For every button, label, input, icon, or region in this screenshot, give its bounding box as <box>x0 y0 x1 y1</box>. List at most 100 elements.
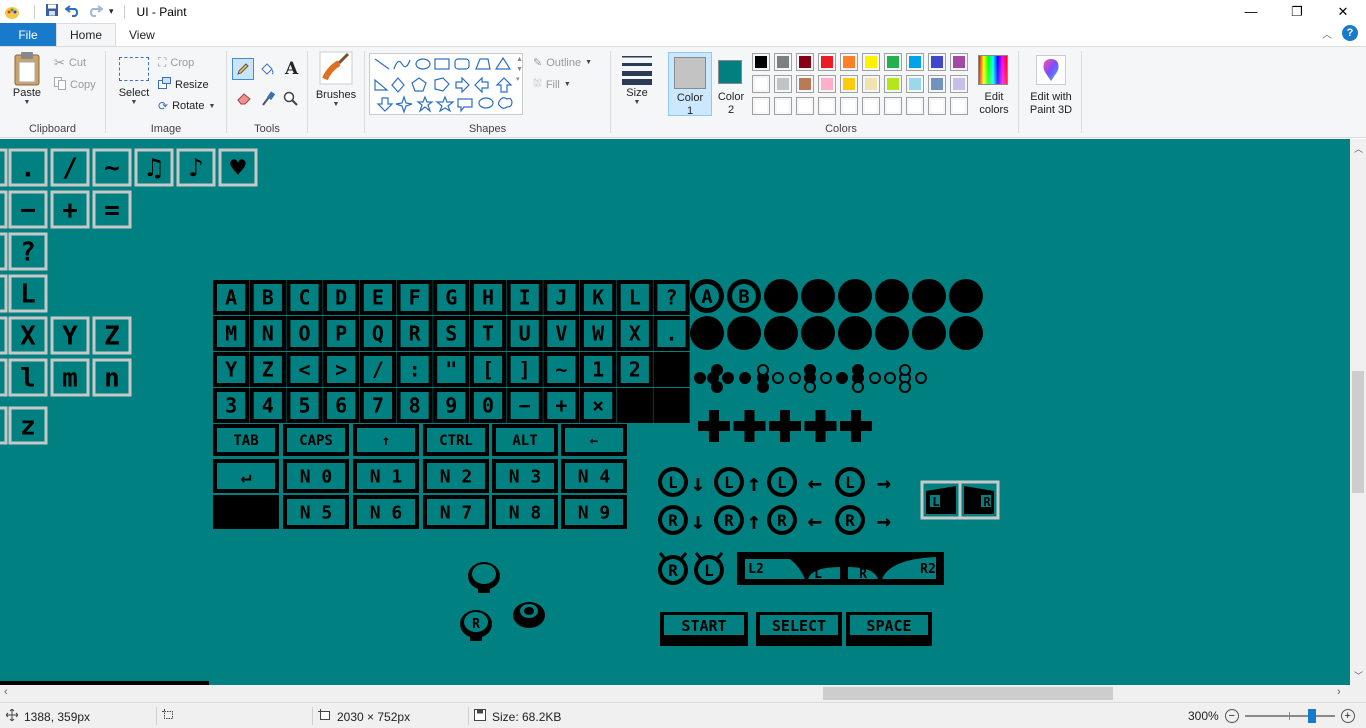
palette-swatch[interactable] <box>796 97 814 115</box>
save-icon[interactable] <box>45 3 59 20</box>
zoom-slider-thumb[interactable] <box>1307 709 1316 723</box>
customize-quick-access-icon[interactable]: ▾ <box>109 6 114 17</box>
text-tool[interactable]: A <box>285 59 298 79</box>
key-label: > <box>335 358 347 382</box>
eraser-tool[interactable] <box>236 91 252 108</box>
palette-swatch[interactable] <box>752 75 770 93</box>
palette-swatch[interactable] <box>796 75 814 93</box>
stick-label: L <box>704 561 714 580</box>
palette-swatch[interactable] <box>928 75 946 93</box>
tab-view[interactable]: View <box>116 23 168 46</box>
tab-home[interactable]: Home <box>56 23 117 46</box>
paste-dropdown-icon[interactable]: ▼ <box>24 99 31 106</box>
palette-swatch[interactable] <box>818 75 836 93</box>
crop-button[interactable]: ⛶ Crop <box>158 55 194 70</box>
key-label: . <box>665 322 677 346</box>
tab-file[interactable]: File <box>0 23 56 46</box>
drawing-canvas[interactable]: . / ~ ♫ ♪ ♥ − + =? L X Y Zl m n z A B C D E F G H I J K L? M N O P Q R S T U… <box>0 139 1350 685</box>
color-picker-tool[interactable] <box>261 91 276 110</box>
scroll-up-icon[interactable]: ︿ <box>1354 142 1363 155</box>
palette-swatch[interactable] <box>950 75 968 93</box>
palette-swatch[interactable] <box>752 53 770 71</box>
edit-colors-button[interactable]: Edit colors <box>974 53 1014 119</box>
palette-swatch[interactable] <box>796 53 814 71</box>
dpad-dot <box>694 372 706 384</box>
palette-swatch[interactable] <box>818 97 836 115</box>
paint-app-icon[interactable] <box>4 4 20 20</box>
zoom-slider[interactable] <box>1244 709 1335 723</box>
vertical-scrollbar[interactable]: ︿ ﹀ <box>1350 139 1366 685</box>
key-cell-face <box>657 356 686 383</box>
palette-swatch[interactable] <box>774 97 792 115</box>
brushes-dropdown-icon[interactable]: ▼ <box>333 101 340 108</box>
key-label: ← <box>590 433 598 449</box>
collapse-ribbon-icon[interactable]: ︿ <box>1322 26 1332 41</box>
brush-icon <box>319 51 353 85</box>
palette-swatch[interactable] <box>818 53 836 71</box>
minimize-button[interactable]: — <box>1228 0 1274 23</box>
palette-swatch[interactable] <box>906 53 924 71</box>
palette-swatch[interactable] <box>774 53 792 71</box>
palette-swatch[interactable] <box>862 75 880 93</box>
scroll-right-icon[interactable]: › <box>1337 686 1341 698</box>
outline-button[interactable]: ✎ Outline ▼ <box>533 56 592 70</box>
key-label: ] <box>519 358 531 382</box>
palette-swatch[interactable] <box>906 75 924 93</box>
cut-button[interactable]: ✂ Cut <box>54 55 86 71</box>
palette-swatch[interactable] <box>950 97 968 115</box>
brushes-button[interactable]: Brushes ▼ <box>314 51 358 108</box>
palette-swatch[interactable] <box>840 97 858 115</box>
maximize-button[interactable]: ❐ <box>1274 0 1320 23</box>
redo-icon[interactable] <box>87 3 104 20</box>
select-dropdown-icon[interactable]: ▼ <box>131 99 138 106</box>
key-label: C <box>298 286 310 310</box>
horizontal-scrollbar[interactable]: ‹ › <box>0 685 1350 702</box>
glyph-label: ? <box>20 238 36 268</box>
scroll-down-icon[interactable]: ﹀ <box>1354 669 1363 682</box>
palette-swatch[interactable] <box>862 53 880 71</box>
horizontal-scroll-thumb[interactable] <box>823 687 1113 700</box>
palette-swatch[interactable] <box>950 53 968 71</box>
fill-tool[interactable] <box>259 61 275 80</box>
resize-button[interactable]: Resize <box>158 77 209 92</box>
brushes-group: Brushes ▼ <box>308 47 364 138</box>
close-button[interactable]: ✕ <box>1320 0 1366 23</box>
vertical-scroll-thumb[interactable] <box>1352 371 1364 493</box>
palette-swatch[interactable] <box>884 53 902 71</box>
key-label: 0 <box>482 394 494 418</box>
color2-button[interactable]: Color 2 <box>714 52 748 116</box>
color1-button[interactable]: Color 1 <box>668 52 712 117</box>
shapes-gallery[interactable] <box>369 53 523 115</box>
palette-swatch[interactable] <box>862 97 880 115</box>
palette-swatch[interactable] <box>840 75 858 93</box>
paste-button[interactable]: Paste ▼ <box>8 51 46 106</box>
palette-swatch[interactable] <box>752 97 770 115</box>
zoom-in-icon[interactable]: + <box>1340 709 1355 723</box>
undo-icon[interactable] <box>64 3 81 20</box>
small-stick-base <box>478 587 490 593</box>
palette-swatch[interactable] <box>840 53 858 71</box>
select-button[interactable]: Select ▼ <box>114 51 154 106</box>
palette-swatch[interactable] <box>906 97 924 115</box>
scroll-left-icon[interactable]: ‹ <box>4 686 8 698</box>
palette-swatch[interactable] <box>774 75 792 93</box>
size-dropdown-icon[interactable]: ▼ <box>634 99 641 106</box>
key-label: 2 <box>629 358 641 382</box>
copy-button[interactable]: Copy <box>54 77 96 93</box>
small-stick-dot <box>524 607 534 615</box>
magnifier-tool[interactable] <box>283 91 299 110</box>
edit-with-paint3d-button[interactable]: Edit with Paint 3D <box>1023 53 1079 119</box>
zoom-out-icon[interactable]: − <box>1224 709 1239 723</box>
palette-swatch[interactable] <box>928 97 946 115</box>
eraser-icon <box>237 93 251 105</box>
shapes-scroll[interactable]: ▲ ▼ ▾ <box>516 55 523 85</box>
help-icon[interactable]: ? <box>1342 25 1358 41</box>
palette-swatch[interactable] <box>884 97 902 115</box>
size-button[interactable]: Size ▼ <box>617 51 657 106</box>
palette-swatch[interactable] <box>884 75 902 93</box>
pencil-tool[interactable] <box>232 58 254 80</box>
fill-button[interactable]: ⛆ Fill ▼ <box>533 78 571 91</box>
rotate-dropdown-icon[interactable]: ▼ <box>208 103 215 110</box>
rotate-button[interactable]: ⟳ Rotate ▼ <box>158 99 215 113</box>
palette-swatch[interactable] <box>928 53 946 71</box>
